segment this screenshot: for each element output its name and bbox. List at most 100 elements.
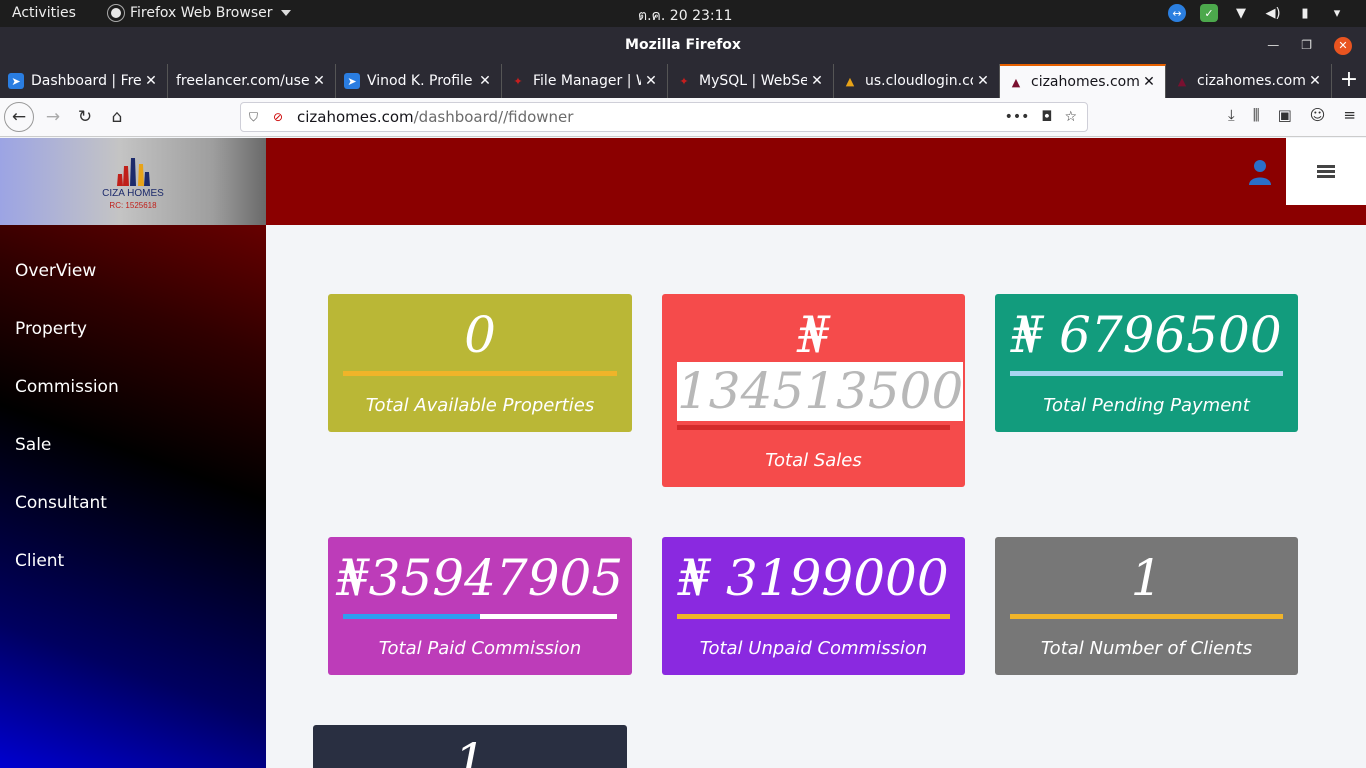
menu-icon[interactable]: ≡: [1343, 106, 1356, 124]
page-actions-icon[interactable]: •••: [1005, 109, 1030, 125]
tab-title: cizahomes.com/: [1197, 73, 1305, 89]
sidebar-item-consultant[interactable]: Consultant: [15, 493, 107, 513]
web-page: CIZA HOMES RC: 1525618 OverView Property…: [0, 138, 1366, 768]
tab-mysql[interactable]: ✦ MySQL | WebSe ✕: [668, 64, 834, 98]
chevron-down-icon: [280, 10, 291, 16]
logo[interactable]: CIZA HOMES RC: 1525618: [0, 138, 266, 225]
close-icon[interactable]: ✕: [1334, 36, 1352, 55]
card-label: Total Pending Payment: [1043, 395, 1250, 416]
tab-file-manager[interactable]: ✦ File Manager | W ✕: [502, 64, 668, 98]
home-icon[interactable]: ⌂: [102, 102, 132, 132]
tab-vinod-profile[interactable]: ➤ Vinod K. Profile ✕: [336, 64, 502, 98]
app-menu-label: Firefox Web Browser: [130, 5, 273, 21]
tracking-shield-icon[interactable]: ⛉: [249, 110, 263, 125]
card-progress-bar: [1010, 614, 1283, 619]
user-icon[interactable]: [1248, 159, 1272, 185]
insecure-lock-icon[interactable]: ⊘: [273, 110, 287, 124]
forward-icon[interactable]: →: [38, 102, 68, 132]
card-total-number-of-clients[interactable]: 1 Total Number of Clients: [995, 537, 1298, 675]
card-progress-bar: [343, 371, 617, 376]
card-progress-track: [343, 614, 617, 619]
tab-title: us.cloudlogin.co: [865, 73, 973, 89]
tab-dashboard[interactable]: ➤ Dashboard | Fre ✕: [0, 64, 168, 98]
card-label: Total Sales: [765, 450, 862, 471]
card-progress-bar: [677, 425, 950, 430]
url-host: cizahomes.com: [297, 108, 414, 126]
close-tab-icon[interactable]: ✕: [641, 73, 661, 89]
close-tab-icon[interactable]: ✕: [141, 73, 161, 89]
sidebar-item-property[interactable]: Property: [15, 319, 87, 339]
freelancer-icon: ➤: [344, 73, 360, 89]
account-icon[interactable]: ☺: [1310, 106, 1326, 124]
card-currency-symbol: ₦: [797, 306, 830, 364]
card-label: Total Number of Clients: [1040, 638, 1253, 659]
card-total-unpaid-commission[interactable]: ₦ 3199000 Total Unpaid Commission: [662, 537, 965, 675]
chevron-down-icon[interactable]: ▾: [1328, 4, 1346, 22]
sidebar-item-commission[interactable]: Commission: [15, 377, 119, 397]
wifi-icon[interactable]: ▼: [1232, 4, 1250, 22]
close-tab-icon[interactable]: ✕: [1305, 73, 1325, 89]
tab-cizahomes-active[interactable]: ▲ cizahomes.com/ ✕: [1000, 64, 1166, 98]
card-label: Total Available Properties: [365, 395, 595, 416]
window-title-bar: Mozilla Firefox — ❐ ✕: [0, 27, 1366, 64]
tab-title: cizahomes.com/: [1031, 74, 1139, 90]
card-total-pending-payment[interactable]: ₦ 6796500 Total Pending Payment: [995, 294, 1298, 432]
tab-title: MySQL | WebSe: [699, 73, 807, 89]
navigation-bar: ← → ↻ ⌂ ⛉ ⊘ cizahomes.com/dashboard//fid…: [0, 98, 1366, 137]
bookmark-star-icon[interactable]: ☆: [1064, 109, 1077, 125]
app-menu[interactable]: Firefox Web Browser: [108, 5, 291, 21]
volume-icon[interactable]: ◀): [1264, 4, 1282, 22]
card-value: ₦ 3199000: [678, 549, 949, 607]
hamburger-icon: [1317, 163, 1335, 180]
close-tab-icon[interactable]: ✕: [973, 73, 993, 89]
teamviewer-icon[interactable]: ↔: [1168, 4, 1186, 22]
close-tab-icon[interactable]: ✕: [807, 73, 827, 89]
battery-icon[interactable]: ▮: [1296, 4, 1314, 22]
card-total-sales[interactable]: ₦ 134513500 Total Sales: [662, 294, 965, 487]
back-icon[interactable]: ←: [4, 102, 34, 132]
card-progress-bar: [677, 614, 950, 619]
sidebar-toggle-icon[interactable]: ▣: [1278, 106, 1292, 124]
window-title: Mozilla Firefox: [625, 37, 741, 53]
close-tab-icon[interactable]: ✕: [309, 73, 329, 89]
card-total-paid-commission[interactable]: ₦35947905 Total Paid Commission: [328, 537, 632, 675]
pocket-icon[interactable]: ◘: [1041, 109, 1052, 125]
card-value: 0: [464, 306, 496, 364]
close-tab-icon[interactable]: ✕: [475, 73, 495, 89]
tab-cizahomes[interactable]: ▲ cizahomes.com/ ✕: [1166, 64, 1332, 98]
os-top-bar: Activities Firefox Web Browser ต.ค. 20 2…: [0, 0, 1366, 27]
card-label: Total Paid Commission: [378, 638, 582, 659]
brand-rc-number: RC: 1525618: [109, 201, 157, 210]
card-progress-bar: [1010, 371, 1283, 376]
tab-freelancer[interactable]: freelancer.com/use ✕: [168, 64, 336, 98]
url-path: /dashboard//fidowner: [413, 108, 574, 126]
sidebar-item-sale[interactable]: Sale: [15, 435, 51, 455]
webserver-icon: ✦: [513, 74, 523, 88]
sidebar: CIZA HOMES RC: 1525618 OverView Property…: [0, 138, 266, 768]
sidebar-item-client[interactable]: Client: [15, 551, 64, 571]
new-tab-icon[interactable]: +: [1336, 64, 1362, 98]
webserver-icon: ✦: [679, 74, 689, 88]
page-header: [266, 138, 1366, 225]
card-label: Total Unpaid Commission: [699, 638, 928, 659]
cloudlogin-icon: ▲: [845, 74, 855, 88]
card-dark-partial[interactable]: 1: [313, 725, 627, 768]
maximize-icon[interactable]: ❐: [1301, 27, 1312, 64]
clock[interactable]: ต.ค. 20 23:11: [638, 5, 732, 27]
download-icon[interactable]: ⤓: [1228, 106, 1235, 124]
freelancer-icon: ➤: [8, 73, 24, 89]
url-bar[interactable]: ⛉ ⊘ cizahomes.com/dashboard//fidowner ••…: [240, 102, 1088, 132]
minimize-icon[interactable]: —: [1267, 27, 1279, 64]
tab-cloudlogin[interactable]: ▲ us.cloudlogin.co ✕: [834, 64, 1000, 98]
card-value: 1: [454, 733, 486, 768]
reload-icon[interactable]: ↻: [70, 102, 100, 132]
activities-button[interactable]: Activities: [12, 5, 76, 21]
building-logo-icon: [117, 158, 150, 186]
security-shield-icon[interactable]: ✓: [1200, 4, 1218, 22]
close-tab-icon[interactable]: ✕: [1139, 74, 1159, 90]
library-icon[interactable]: ⫼: [1253, 106, 1260, 124]
card-value: 1: [1130, 549, 1163, 607]
card-total-available-properties[interactable]: 0 Total Available Properties: [328, 294, 632, 432]
sidebar-item-overview[interactable]: OverView: [15, 261, 96, 281]
hamburger-menu-button[interactable]: [1286, 138, 1366, 205]
